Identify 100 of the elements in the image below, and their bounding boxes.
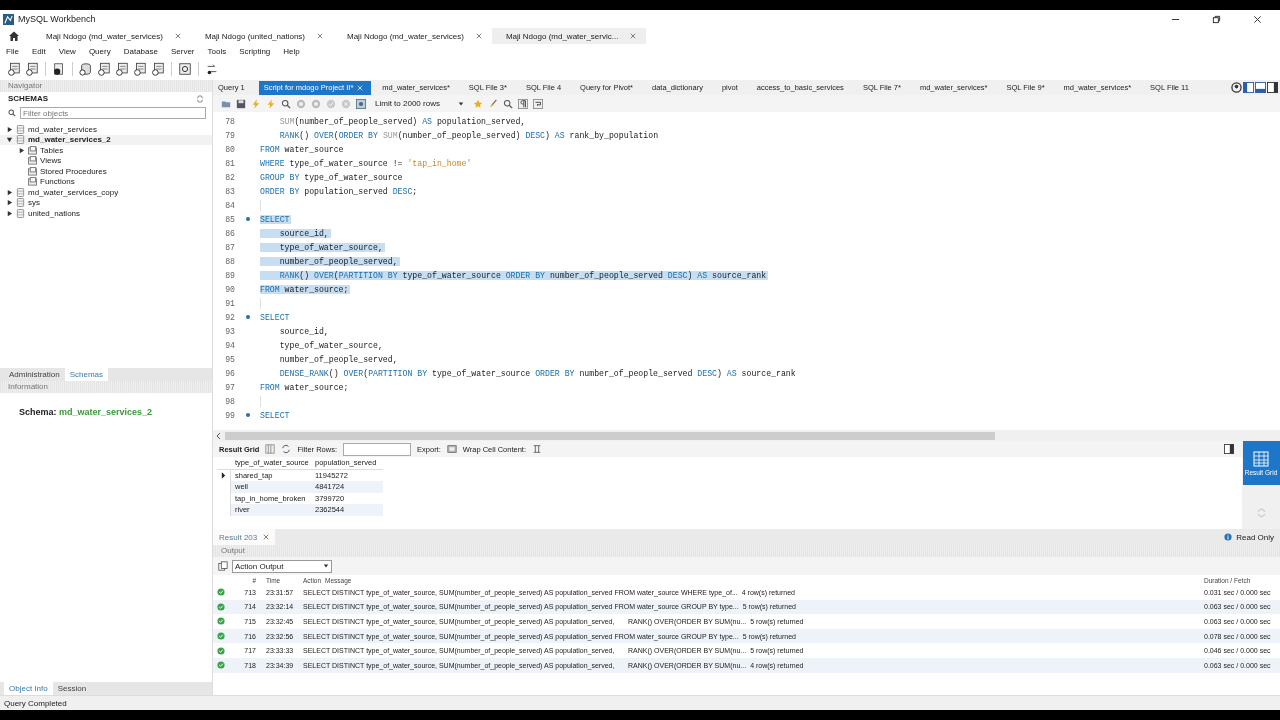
- app-logo-icon: [3, 13, 14, 25]
- code-line: number_of_people_served,: [278, 354, 399, 364]
- folder-icon: [28, 156, 37, 166]
- code-line: source_id,: [278, 326, 330, 336]
- wrap-icon[interactable]: [532, 444, 543, 454]
- layout-left-icon[interactable]: [1243, 82, 1254, 93]
- status-text: Query Completed: [4, 698, 67, 708]
- filter-field[interactable]: Filter objects: [20, 107, 206, 119]
- window-title: MySQL Workbench: [18, 14, 96, 24]
- line-number: 89: [224, 270, 235, 280]
- panel-tab[interactable]: Object Info: [4, 682, 53, 695]
- menu-item[interactable]: File: [6, 46, 19, 56]
- line-number: 79: [224, 130, 235, 140]
- caret-down-icon[interactable]: [6, 136, 13, 144]
- caret-right-icon[interactable]: [6, 125, 13, 133]
- menu-item[interactable]: Edit: [31, 46, 46, 56]
- code-line: SUM(number_of_people_served) AS population_served,: [278, 116, 527, 126]
- tree-item[interactable]: Functions: [0, 176, 212, 187]
- line-number: 80: [224, 144, 235, 154]
- panel-tab[interactable]: Administration: [4, 368, 65, 381]
- home-icon[interactable]: [8, 30, 20, 42]
- document-icon[interactable]: [25, 62, 39, 76]
- brush-icon[interactable]: [487, 98, 498, 109]
- code-line: RANK() OVER(ORDER BY SUM(number_of_people_served) DESC) AS rank_by_population: [278, 130, 660, 140]
- export-icon[interactable]: [446, 444, 457, 454]
- tree-item[interactable]: md_water_services: [0, 124, 212, 135]
- panel-header: Navigator: [0, 80, 212, 92]
- connection-tab[interactable]: Maji Ndogo (md_water_services): [333, 28, 492, 44]
- line-number: 93: [224, 326, 235, 336]
- line-number: 81: [224, 158, 235, 168]
- tree-item[interactable]: sys: [0, 197, 212, 208]
- menu-item[interactable]: Server: [170, 46, 195, 56]
- check-icon[interactable]: [326, 98, 336, 109]
- layout-bottom-icon[interactable]: [1255, 82, 1266, 93]
- schema-name: md_water_services_2: [59, 407, 153, 417]
- code-line: WHERE type_of_water_source != 'tap_in_home': [260, 158, 473, 168]
- inspector-icon[interactable]: [178, 62, 192, 76]
- line-number: 86: [224, 228, 235, 238]
- menu-item[interactable]: Database: [123, 46, 158, 56]
- menu-item[interactable]: Scripting: [239, 46, 271, 56]
- scroll-left-icon[interactable]: [215, 431, 223, 440]
- line-number: 85: [224, 214, 235, 224]
- connection-tab[interactable]: Maji Ndogo (united_nations): [190, 28, 333, 44]
- output-dropdown[interactable]: Action Output: [232, 559, 332, 573]
- wrap-icon[interactable]: [532, 98, 543, 109]
- code-line: FROM water_source;: [260, 382, 350, 392]
- line-number: 96: [224, 368, 235, 378]
- line-number: 78: [224, 116, 235, 126]
- caret-right-icon[interactable]: [18, 146, 25, 154]
- scrollbar-thumb[interactable]: [225, 431, 995, 440]
- schema-label: Schema:: [19, 407, 57, 417]
- tree-item[interactable]: Tables: [0, 145, 212, 156]
- line-number: 91: [224, 298, 235, 308]
- line-number: 83: [224, 186, 235, 196]
- tree-item[interactable]: Stored Procedures: [0, 166, 212, 177]
- tree-item[interactable]: md_water_services_copy: [0, 187, 212, 198]
- database-icon: [16, 135, 25, 145]
- restore-icon[interactable]: [1212, 14, 1221, 24]
- tree-item[interactable]: Views: [0, 155, 212, 166]
- line-number: 99: [224, 410, 235, 420]
- circle-icon[interactable]: [1231, 82, 1242, 93]
- code-line: SELECT: [260, 410, 291, 420]
- database-icon[interactable]: [79, 62, 93, 76]
- result-tab[interactable]: Result 203: [213, 529, 276, 545]
- panel-tab[interactable]: Schemas: [64, 368, 109, 381]
- caret-down-icon: [323, 563, 329, 569]
- panel-header: Information: [0, 381, 212, 393]
- tree-item[interactable]: united_nations: [0, 208, 212, 219]
- grid-icon: [1253, 450, 1269, 467]
- code-line: type_of_water_source,: [278, 340, 384, 350]
- line-number: 92: [224, 312, 235, 322]
- magnifier-icon[interactable]: [281, 98, 291, 109]
- connection-tab[interactable]: Maji Ndogo (md_water_servic...: [491, 28, 647, 44]
- menu-item[interactable]: Query: [88, 46, 111, 56]
- menu-item[interactable]: Help: [283, 46, 300, 56]
- tree-item[interactable]: md_water_services_2: [0, 134, 212, 145]
- connection-tab[interactable]: Maji Ndogo (md_water_services): [32, 28, 191, 44]
- panel-header: Output: [213, 545, 1280, 557]
- code-line: DENSE_RANK() OVER(PARTITION BY type_of_water_source ORDER BY number_of_people_served DESC) AS source_rank: [278, 368, 797, 378]
- line-number: 94: [224, 340, 235, 350]
- pilcrow-icon[interactable]: [517, 98, 528, 109]
- magnifier-icon[interactable]: [502, 98, 513, 109]
- limit-dropdown[interactable]: Limit to 2000 rows: [371, 99, 468, 108]
- line-number: 90: [224, 284, 235, 294]
- folder-icon: [28, 166, 37, 176]
- menu-item[interactable]: Tools: [207, 46, 227, 56]
- panel-toggle-icon[interactable]: [1224, 444, 1234, 454]
- database-icon: [16, 208, 25, 218]
- toggle-icon[interactable]: [356, 98, 366, 109]
- read-only-label: Read Only: [1236, 532, 1274, 542]
- line-number: 82: [224, 172, 235, 182]
- layout-right-icon[interactable]: [1267, 82, 1278, 93]
- close-icon[interactable]: [1253, 14, 1262, 24]
- panel-tab[interactable]: Session: [52, 682, 92, 695]
- code-line: SELECT: [260, 312, 291, 322]
- menu-item[interactable]: View: [58, 46, 76, 56]
- copy-icon[interactable]: [218, 561, 228, 571]
- filter-field[interactable]: [343, 442, 412, 456]
- save-icon[interactable]: [236, 98, 246, 109]
- star-icon[interactable]: [472, 98, 483, 109]
